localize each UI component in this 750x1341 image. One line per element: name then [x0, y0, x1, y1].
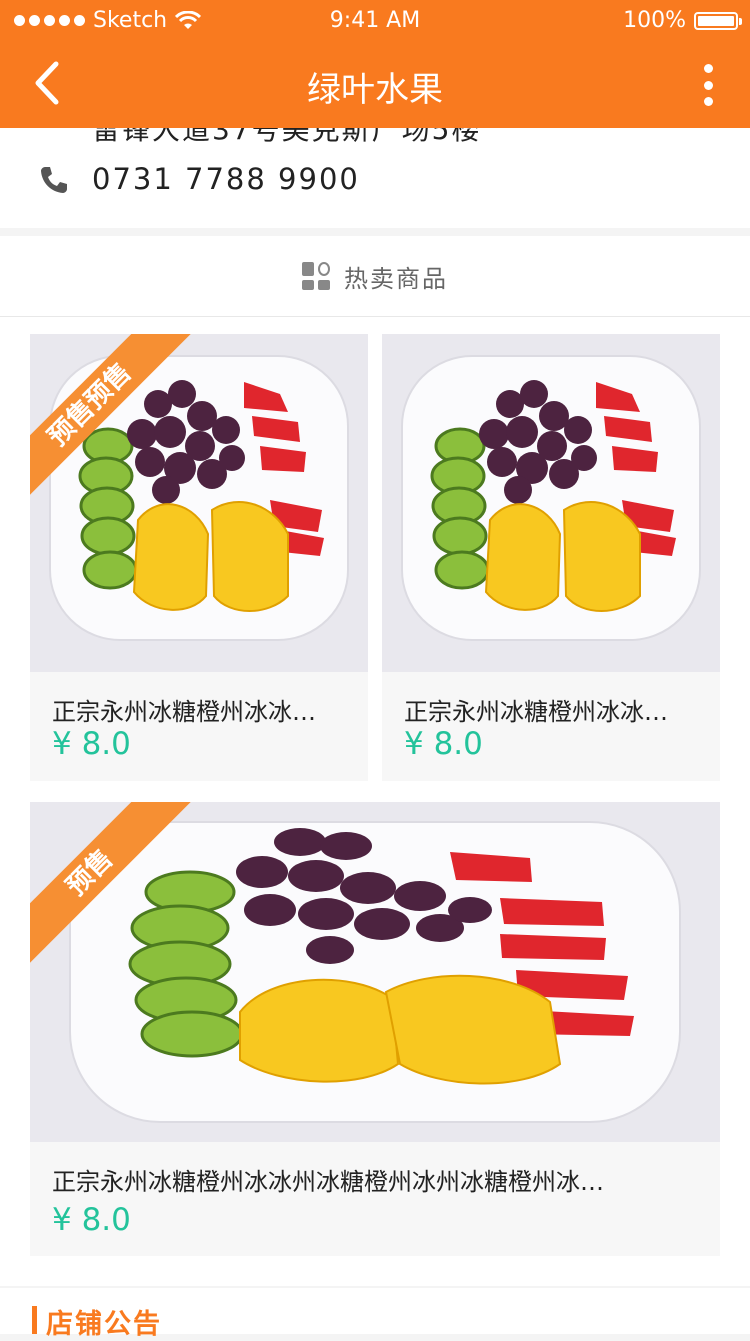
more-dot — [703, 80, 713, 90]
nav-bar: 绿叶水果 — [0, 40, 750, 128]
store-contact: 雷锋大道37号美克斯广场5楼 0731 7788 9900 — [0, 128, 750, 228]
status-right: 100% — [623, 8, 742, 33]
product-card[interactable]: 预售预售 正宗永州冰糖橙州冰冰… ¥ 8.0 — [30, 334, 368, 781]
battery-icon — [694, 11, 742, 30]
product-card[interactable]: 正宗永州冰糖橙州冰冰… ¥ 8.0 — [382, 334, 720, 781]
notice-accent-bar — [32, 1306, 37, 1334]
fruit-plate-image — [382, 334, 720, 672]
product-title: 正宗永州冰糖橙州冰冰州冰糖橙州冰州冰糖橙州冰… — [52, 1168, 604, 1196]
store-phone[interactable]: 0731 7788 9900 — [92, 162, 360, 196]
product-title: 正宗永州冰糖橙州冰冰… — [52, 698, 316, 726]
app-header: Sketch 9:41 AM 100% 绿叶水果 — [0, 0, 750, 128]
page-title: 绿叶水果 — [307, 70, 443, 110]
hot-products-title: 热卖商品 — [344, 264, 448, 293]
more-button[interactable] — [688, 60, 728, 110]
product-title: 正宗永州冰糖橙州冰冰… — [404, 698, 668, 726]
status-bar: Sketch 9:41 AM 100% — [0, 0, 750, 40]
product-card[interactable]: 预售 正宗永州冰糖橙州冰冰州冰糖橙州冰州冰糖橙州冰… ¥ 8.0 — [30, 802, 720, 1256]
more-dot — [703, 64, 713, 73]
product-image — [382, 334, 720, 672]
battery-label: 100% — [623, 8, 686, 33]
more-dot — [703, 97, 713, 106]
store-notice-section: 店铺公告 — [0, 1288, 750, 1340]
grid-icon — [302, 262, 330, 290]
hot-products-header: 热卖商品 — [0, 236, 750, 317]
phone-icon — [41, 167, 67, 193]
notice-title: 店铺公告 — [46, 1309, 162, 1340]
store-address: 雷锋大道37号美克斯广场5楼 — [92, 128, 482, 146]
product-price: ¥ 8.0 — [404, 726, 483, 762]
product-price: ¥ 8.0 — [52, 726, 131, 762]
product-price: ¥ 8.0 — [52, 1202, 131, 1238]
hot-products-section: 热卖商品 预售预售 正宗永州冰糖橙州冰冰… ¥ 8.0 正宗永州冰糖橙州冰冰… … — [0, 236, 750, 1286]
